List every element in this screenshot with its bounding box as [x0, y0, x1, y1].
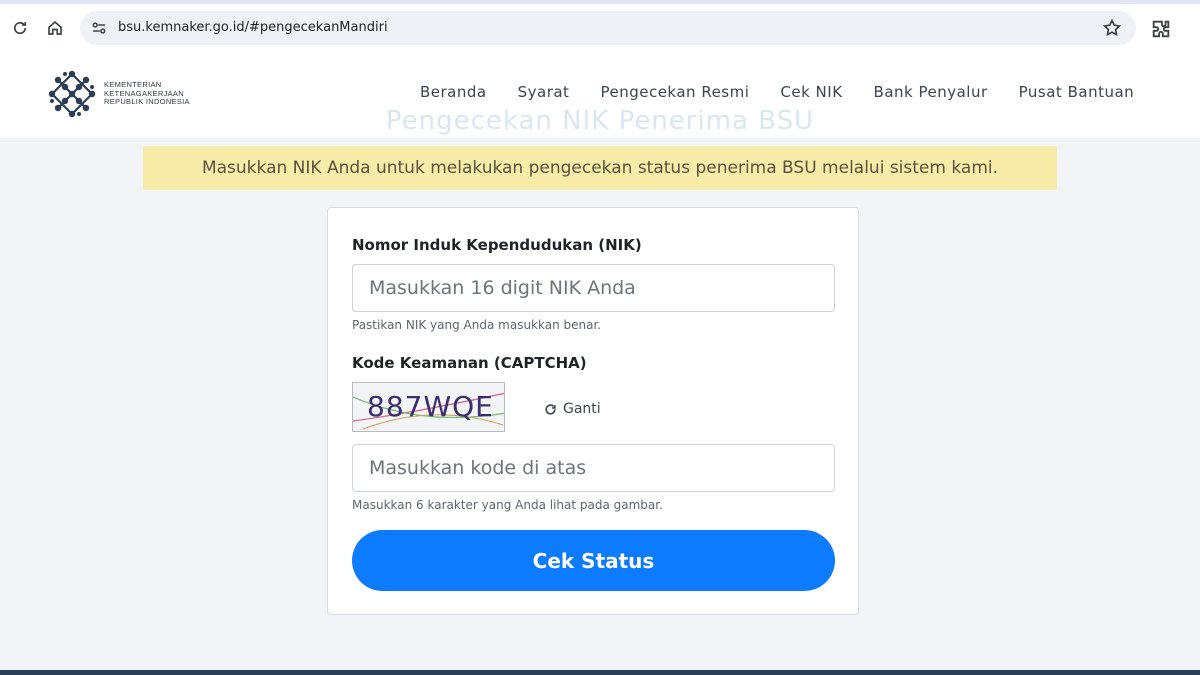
- nik-label: Nomor Induk Kependudukan (NIK): [352, 236, 642, 254]
- reload-icon[interactable]: [9, 17, 31, 39]
- captcha-image: 887WQE: [352, 382, 505, 432]
- footer-strip: [0, 670, 1200, 675]
- extensions-icon[interactable]: [1150, 18, 1172, 40]
- site-info-icon[interactable]: [90, 19, 108, 37]
- bookmark-star-icon[interactable]: [1102, 18, 1122, 38]
- captcha-hint: Masukkan 6 karakter yang Anda lihat pada…: [352, 498, 663, 512]
- nav-beranda[interactable]: Beranda: [420, 83, 487, 101]
- refresh-captcha-button[interactable]: Ganti: [544, 401, 601, 417]
- nik-input[interactable]: [352, 264, 835, 312]
- nav-syarat[interactable]: Syarat: [518, 83, 570, 101]
- nav-pengecekan-resmi[interactable]: Pengecekan Resmi: [600, 83, 749, 101]
- url-text: bsu.kemnaker.go.id/#pengecekanMandiri: [118, 20, 388, 35]
- info-notice: Masukkan NIK Anda untuk melakukan pengec…: [143, 146, 1057, 190]
- logo-text: KEMENTERIAN KETENAGAKERJAAN REPUBLIK IND…: [104, 80, 190, 107]
- page-title: Pengecekan NIK Penerima BSU: [385, 106, 815, 136]
- browser-toolbar: bsu.kemnaker.go.id/#pengecekanMandiri: [0, 0, 1200, 50]
- refresh-icon: [545, 403, 556, 415]
- nik-check-form: Nomor Induk Kependudukan (NIK) Pastikan …: [327, 207, 859, 615]
- nav-cek-nik[interactable]: Cek NIK: [780, 83, 842, 101]
- captcha-code: 887WQE: [367, 390, 494, 423]
- captcha-input[interactable]: [352, 444, 835, 492]
- nav-pusat-bantuan[interactable]: Pusat Bantuan: [1019, 83, 1135, 101]
- nik-hint: Pastikan NIK yang Anda masukkan benar.: [352, 318, 602, 332]
- main-navigation: Beranda Syarat Pengecekan Resmi Cek NIK …: [420, 83, 1134, 101]
- check-status-button[interactable]: Cek Status: [352, 530, 835, 591]
- captcha-label: Kode Keamanan (CAPTCHA): [352, 354, 587, 372]
- nav-bank-penyalur[interactable]: Bank Penyalur: [874, 83, 988, 101]
- refresh-label: Ganti: [563, 401, 601, 417]
- home-icon[interactable]: [44, 17, 66, 39]
- address-bar[interactable]: bsu.kemnaker.go.id/#pengecekanMandiri: [80, 11, 1136, 45]
